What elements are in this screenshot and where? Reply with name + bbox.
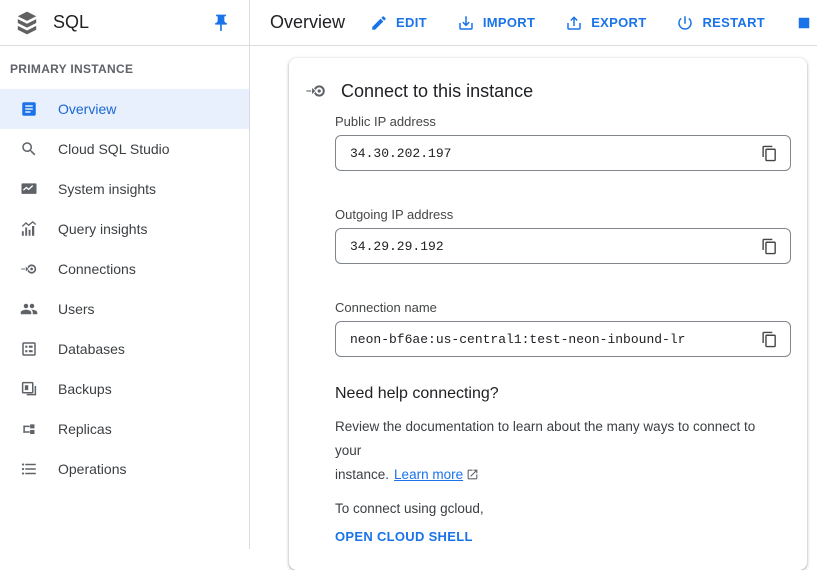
- operations-icon: [20, 460, 38, 478]
- copy-icon: [761, 238, 778, 255]
- stop-button[interactable]: [795, 14, 813, 32]
- copy-icon: [761, 331, 778, 348]
- sidebar-item-users[interactable]: Users: [0, 289, 249, 329]
- sidebar-item-operations[interactable]: Operations: [0, 449, 249, 489]
- copy-public-ip-button[interactable]: [754, 138, 784, 168]
- help-text: Review the documentation to learn about …: [335, 415, 775, 489]
- field-public-ip: Public IP address 34.30.202.197: [335, 114, 791, 171]
- connections-icon: [20, 260, 38, 278]
- sidebar-item-label: Users: [58, 301, 95, 317]
- edit-button-label: EDIT: [396, 15, 427, 30]
- sidebar-item-cloud-sql-studio[interactable]: Cloud SQL Studio: [0, 129, 249, 169]
- gcloud-hint: To connect using gcloud,: [335, 499, 791, 519]
- page-title: Overview: [270, 12, 345, 33]
- sidebar-item-label: System insights: [58, 181, 156, 197]
- field-label: Connection name: [335, 300, 791, 315]
- outgoing-ip-box: 34.29.29.192: [335, 228, 791, 264]
- main-content: Connect to this instance Public IP addre…: [250, 46, 817, 549]
- copy-connection-name-button[interactable]: [754, 324, 784, 354]
- help-text-line1: Review the documentation to learn about …: [335, 419, 755, 458]
- sidebar-item-label: Overview: [58, 101, 116, 117]
- connect-card: Connect to this instance Public IP addre…: [289, 58, 807, 570]
- pin-button[interactable]: [211, 13, 231, 33]
- product-header: SQL: [0, 0, 250, 45]
- sidebar-item-overview[interactable]: Overview: [0, 89, 249, 129]
- field-label: Outgoing IP address: [335, 207, 791, 222]
- connection-name-box: neon-bf6ae:us-central1:test-neon-inbound…: [335, 321, 791, 357]
- restart-icon: [676, 14, 694, 32]
- sidebar-item-system-insights[interactable]: System insights: [0, 169, 249, 209]
- replicas-icon: [20, 420, 38, 438]
- sidebar-item-backups[interactable]: Backups: [0, 369, 249, 409]
- connect-card-header: Connect to this instance: [305, 80, 791, 102]
- connections-icon: [305, 80, 327, 102]
- document-icon: [20, 100, 38, 118]
- field-outgoing-ip: Outgoing IP address 34.29.29.192: [335, 207, 791, 264]
- import-button-label: IMPORT: [483, 15, 535, 30]
- learn-more-link[interactable]: Learn more: [394, 467, 463, 482]
- sidebar-item-query-insights[interactable]: Query insights: [0, 209, 249, 249]
- sidebar-item-label: Databases: [58, 341, 125, 357]
- export-button[interactable]: EXPORT: [565, 14, 646, 32]
- query-insights-icon: [20, 220, 38, 238]
- header-actions: EDIT IMPORT EXPORT: [370, 14, 813, 32]
- copy-icon: [761, 145, 778, 162]
- sidebar-item-label: Backups: [58, 381, 112, 397]
- cloud-sql-console: SQL Overview EDIT: [0, 0, 817, 46]
- sidebar-item-databases[interactable]: Databases: [0, 329, 249, 369]
- copy-outgoing-ip-button[interactable]: [754, 231, 784, 261]
- connection-name-value: neon-bf6ae:us-central1:test-neon-inbound…: [350, 332, 754, 347]
- sidebar-item-label: Operations: [58, 461, 126, 477]
- export-icon: [565, 14, 583, 32]
- public-ip-value: 34.30.202.197: [350, 146, 754, 161]
- help-title: Need help connecting?: [335, 385, 791, 403]
- open-cloud-shell-button[interactable]: OPEN CLOUD SHELL: [335, 529, 473, 544]
- open-in-new-icon: [466, 465, 479, 489]
- import-button[interactable]: IMPORT: [457, 14, 535, 32]
- sidebar-item-label: Cloud SQL Studio: [58, 141, 170, 157]
- restart-button-label: RESTART: [702, 15, 765, 30]
- top-bar: SQL Overview EDIT: [0, 0, 817, 46]
- sidebar-item-label: Replicas: [58, 421, 112, 437]
- import-icon: [457, 14, 475, 32]
- outgoing-ip-value: 34.29.29.192: [350, 239, 754, 254]
- backups-icon: [20, 380, 38, 398]
- cloud-sql-logo-icon: [14, 10, 40, 36]
- sidebar-section-label: PRIMARY INSTANCE: [10, 62, 239, 76]
- users-icon: [20, 300, 38, 318]
- sidebar: PRIMARY INSTANCE Overview Cloud SQL Stud…: [0, 46, 250, 549]
- search-icon: [20, 140, 38, 158]
- edit-icon: [370, 14, 388, 32]
- export-button-label: EXPORT: [591, 15, 646, 30]
- sidebar-item-label: Query insights: [58, 221, 147, 237]
- connect-card-title: Connect to this instance: [341, 81, 533, 102]
- stop-icon: [795, 14, 813, 32]
- public-ip-box: 34.30.202.197: [335, 135, 791, 171]
- product-title: SQL: [53, 12, 211, 33]
- databases-icon: [20, 340, 38, 358]
- page-header: Overview EDIT IMPORT: [250, 0, 817, 45]
- edit-button[interactable]: EDIT: [370, 14, 427, 32]
- pin-icon: [211, 13, 231, 33]
- sidebar-item-label: Connections: [58, 261, 136, 277]
- field-label: Public IP address: [335, 114, 791, 129]
- sidebar-item-connections[interactable]: Connections: [0, 249, 249, 289]
- help-text-line2: instance.: [335, 467, 389, 482]
- system-insights-icon: [20, 180, 38, 198]
- field-connection-name: Connection name neon-bf6ae:us-central1:t…: [335, 300, 791, 357]
- restart-button[interactable]: RESTART: [676, 14, 765, 32]
- sidebar-item-replicas[interactable]: Replicas: [0, 409, 249, 449]
